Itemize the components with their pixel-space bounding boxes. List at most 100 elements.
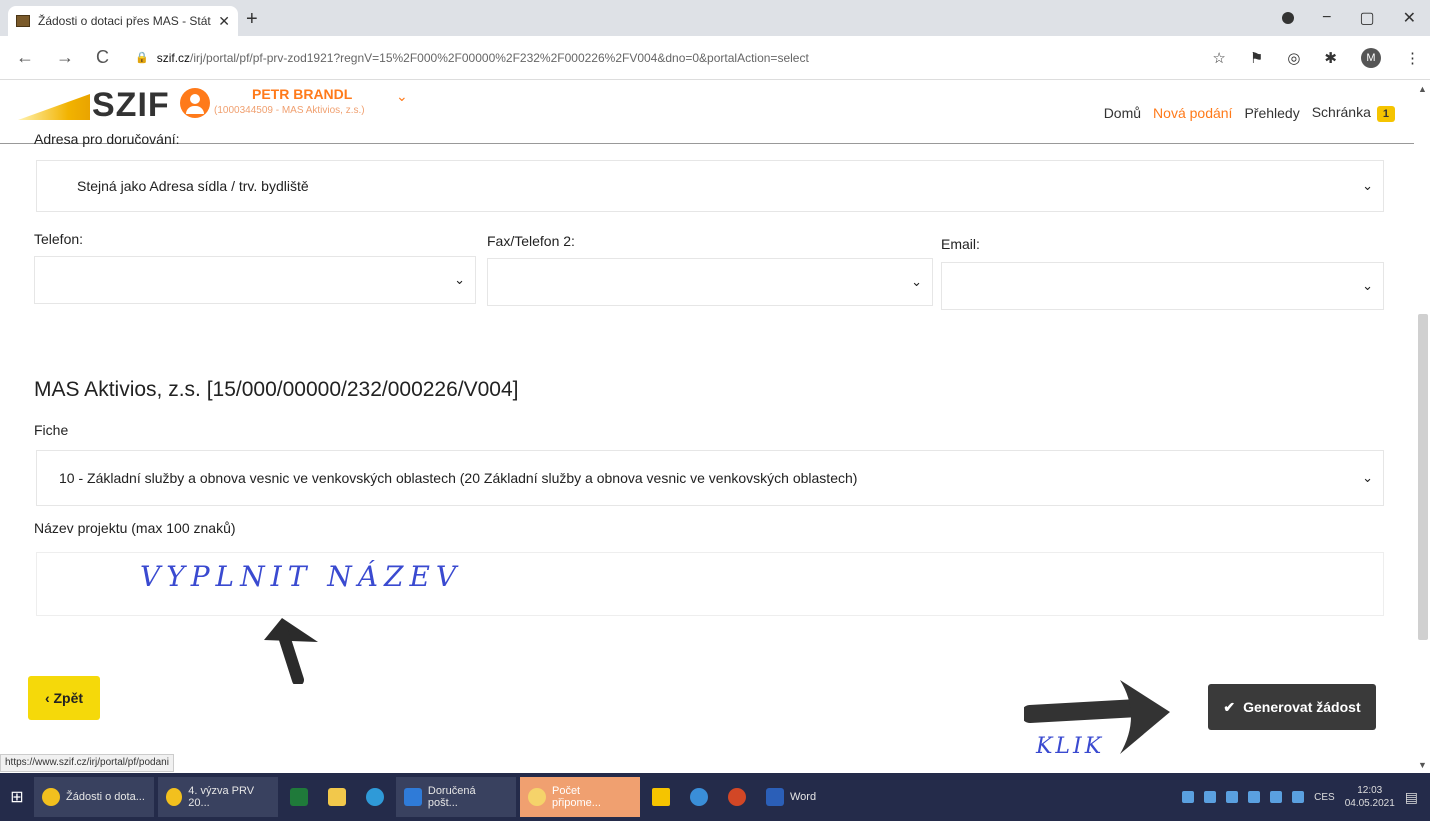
delivery-address-value: Stejná jako Adresa sídla / trv. bydliště xyxy=(77,178,309,194)
fax-label: Fax/Telefon 2: xyxy=(487,233,575,249)
email-select[interactable]: ⌄ xyxy=(941,262,1384,310)
inbox-count-badge: 1 xyxy=(1376,106,1395,122)
status-url: https://www.szif.cz/irj/portal/pf/podani xyxy=(0,754,174,772)
project-name-label: Název projektu (max 100 znaků) xyxy=(34,520,236,536)
window-controls: − ▢ ✕ xyxy=(1282,8,1416,28)
system-tray: CES 12:03 04.05.2021 ▤ xyxy=(1182,773,1418,821)
fiche-label: Fiche xyxy=(34,422,69,438)
taskbar-item-label: Žádosti o dota... xyxy=(66,791,145,803)
lock-icon: 🔒 xyxy=(135,52,149,64)
notifications-icon[interactable]: ▤ xyxy=(1405,789,1418,806)
browser-tab[interactable]: Žádosti o dotaci přes MAS - Stát ✕ xyxy=(8,6,238,36)
reload-icon[interactable]: C xyxy=(96,47,109,68)
back-arrow-icon[interactable]: ← xyxy=(16,47,34,68)
clock[interactable]: 12:03 04.05.2021 xyxy=(1345,784,1395,810)
nav-home[interactable]: Domů xyxy=(1104,105,1141,121)
handwritten-click-note: KLIK xyxy=(1036,734,1105,759)
generate-application-button[interactable]: ✔ Generovat žádost xyxy=(1208,684,1376,730)
new-tab-icon[interactable]: + xyxy=(246,8,258,31)
taskbar-item-chrome-2[interactable]: 4. výzva PRV 20... xyxy=(158,777,278,817)
user-subtitle: (1000344509 - MAS Aktivios, z.s.) xyxy=(214,105,365,116)
close-window-icon[interactable]: ✕ xyxy=(1403,8,1416,28)
close-tab-icon[interactable]: ✕ xyxy=(218,13,230,30)
taskbar-ie[interactable] xyxy=(682,777,716,817)
menu-dots-icon[interactable]: ⋮ xyxy=(1405,49,1420,67)
tab-title: Žádosti o dotaci přes MAS - Stát xyxy=(38,14,211,28)
tray-app-icon[interactable] xyxy=(1204,791,1217,803)
windows-taskbar: ⊞ Žádosti o dota... 4. výzva PRV 20... D… xyxy=(0,773,1430,821)
forward-arrow-icon[interactable]: → xyxy=(56,47,74,68)
chevron-down-icon: ⌄ xyxy=(1362,470,1373,485)
excel-icon xyxy=(290,788,308,806)
taskbar-item-label: Doručená pošt... xyxy=(427,785,476,809)
fax-select[interactable]: ⌄ xyxy=(487,258,933,306)
top-navigation: Domů Nová podání Přehledy Schránka 1 xyxy=(1104,104,1395,122)
taskbar-sticky-notes[interactable] xyxy=(644,777,678,817)
bell-icon xyxy=(528,788,546,806)
chrome-icon xyxy=(42,788,60,806)
scroll-down-icon[interactable]: ▼ xyxy=(1418,760,1427,770)
bookmark-star-icon[interactable]: ☆ xyxy=(1212,49,1225,67)
taskbar-item-word[interactable]: Word xyxy=(758,777,824,817)
tray-app-icon[interactable] xyxy=(1182,791,1195,803)
powerpoint-icon xyxy=(728,788,746,806)
taskbar-explorer[interactable] xyxy=(320,777,354,817)
taskbar-edge[interactable] xyxy=(358,777,392,817)
edge-icon xyxy=(366,788,384,806)
maximize-icon[interactable]: ▢ xyxy=(1359,8,1374,28)
taskbar-item-chrome-1[interactable]: Žádosti o dota... xyxy=(34,777,154,817)
browser-extensions: ☆ ⚑ ◎ ✱ M ⋮ xyxy=(1212,48,1420,68)
address-field[interactable]: 🔒 szif.cz /irj/portal/pf/pf-prv-zod1921?… xyxy=(135,51,809,65)
taskbar-powerpoint[interactable] xyxy=(720,777,754,817)
chrome-icon xyxy=(166,788,183,806)
clock-time: 12:03 xyxy=(1357,785,1383,796)
user-name[interactable]: PETR BRANDL xyxy=(252,86,352,102)
phone-select[interactable]: ⌄ xyxy=(34,256,476,304)
word-icon xyxy=(766,788,784,806)
windows-start-icon[interactable]: ⊞ xyxy=(0,773,34,821)
back-button[interactable]: ‹ Zpět xyxy=(28,676,100,720)
screen: Žádosti o dotaci přes MAS - Stát ✕ + − ▢… xyxy=(0,0,1430,821)
nav-inbox[interactable]: Schránka 1 xyxy=(1312,104,1395,122)
delivery-address-select[interactable]: Stejná jako Adresa sídla / trv. bydliště… xyxy=(36,160,1384,212)
taskbar-item-label: Počet připome... xyxy=(551,785,601,809)
chevron-down-icon: ⌄ xyxy=(1362,278,1373,293)
taskbar-excel[interactable] xyxy=(282,777,316,817)
nav-new-submissions[interactable]: Nová podání xyxy=(1153,105,1232,121)
scrollbar-thumb[interactable] xyxy=(1418,314,1428,640)
record-icon[interactable] xyxy=(1282,12,1295,24)
szif-logo-stripe xyxy=(18,94,90,120)
generate-button-label: Generovat žádost xyxy=(1243,699,1361,715)
site-header: SZIF PETR BRANDL (1000344509 - MAS Aktiv… xyxy=(0,80,1415,147)
tray-app-icon[interactable] xyxy=(1270,791,1283,803)
browser-tabbar: Žádosti o dotaci přes MAS - Stát ✕ + − ▢… xyxy=(0,0,1430,36)
profile-avatar[interactable]: M xyxy=(1361,48,1381,68)
user-icon[interactable] xyxy=(180,88,210,118)
scroll-up-icon[interactable]: ▲ xyxy=(1418,84,1427,94)
tray-app-icon[interactable] xyxy=(1292,791,1305,803)
taskbar-item-outlook[interactable]: Doručená pošt... xyxy=(396,777,516,817)
url-path: /irj/portal/pf/pf-prv-zod1921?regnV=15%2… xyxy=(190,50,809,65)
taskbar-item-reminders[interactable]: Počet připome... xyxy=(520,777,640,817)
nav-overviews[interactable]: Přehledy xyxy=(1244,105,1299,121)
puzzle-extension-icon[interactable]: ✱ xyxy=(1324,49,1337,67)
flag-extension-icon[interactable]: ⚑ xyxy=(1250,49,1263,67)
tray-app-icon[interactable] xyxy=(1248,791,1261,803)
handwritten-fill-name-note: VYPLNIT NÁZEV xyxy=(140,560,463,593)
email-label: Email: xyxy=(941,236,980,252)
folder-icon xyxy=(328,788,346,806)
fiche-select[interactable]: 10 - Základní služby a obnova vesnic ve … xyxy=(36,450,1384,506)
tray-app-icon[interactable] xyxy=(1226,791,1239,803)
minimize-icon[interactable]: − xyxy=(1322,9,1331,27)
szif-logo[interactable]: SZIF xyxy=(92,86,170,125)
site-favicon-icon xyxy=(16,15,30,27)
outlook-icon xyxy=(404,788,422,806)
arrow-up-annotation-icon xyxy=(264,618,318,684)
clock-date: 04.05.2021 xyxy=(1344,798,1395,809)
fiche-value: 10 - Základní služby a obnova vesnic ve … xyxy=(59,470,858,486)
chevron-down-icon: ⌄ xyxy=(911,274,922,289)
language-indicator[interactable]: CES xyxy=(1314,792,1335,803)
chevron-down-icon[interactable]: ⌄ xyxy=(396,88,408,105)
extension-icon[interactable]: ◎ xyxy=(1287,49,1300,67)
taskbar-item-label: Word xyxy=(790,791,817,803)
